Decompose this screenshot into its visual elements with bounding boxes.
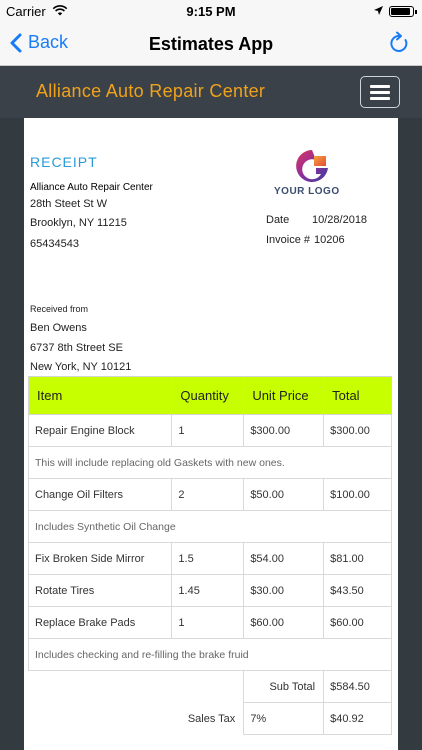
menu-button[interactable] xyxy=(360,76,400,108)
hamburger-icon xyxy=(370,85,390,88)
back-button[interactable]: Back xyxy=(10,32,68,53)
receipt-title: RECEIPT xyxy=(30,154,98,170)
refresh-button[interactable] xyxy=(388,31,410,60)
status-time: 9:15 PM xyxy=(186,4,236,19)
sales-tax-value: $40.92 xyxy=(323,702,392,735)
customer-address-line2: New York, NY 10121 xyxy=(30,361,132,373)
item-qty: 2 xyxy=(171,478,245,511)
item-total: $60.00 xyxy=(323,606,392,639)
receipt-company-name: Alliance Auto Repair Center xyxy=(30,182,153,193)
item-name: Replace Brake Pads xyxy=(27,606,173,639)
invoice-label: Invoice # xyxy=(266,234,311,246)
subtotal-label: Sub Total xyxy=(243,670,325,703)
item-name: Repair Engine Block xyxy=(27,414,173,447)
receipt-document: RECEIPT Alliance Auto Repair Center 28th… xyxy=(24,118,398,750)
status-bar: Carrier 9:15 PM xyxy=(0,0,422,22)
sales-tax-rate: 7% xyxy=(243,702,325,735)
location-arrow-icon xyxy=(373,4,384,19)
table-row[interactable]: Repair Engine Block 1 $300.00 $300.00 xyxy=(27,414,392,447)
item-note: Includes Synthetic Oil Change xyxy=(28,510,392,543)
company-phone: 65434543 xyxy=(30,238,79,250)
table-header-row: Item Quantity Unit Price Total xyxy=(27,376,392,415)
navigation-bar: Back Estimates App xyxy=(0,22,422,66)
table-row[interactable]: Rotate Tires 1.45 $30.00 $43.50 xyxy=(27,574,392,607)
header-unit-price: Unit Price xyxy=(243,376,325,415)
table-note-row[interactable]: Includes Synthetic Oil Change xyxy=(28,510,392,543)
item-qty: 1.45 xyxy=(171,574,245,607)
date-label: Date xyxy=(266,214,290,226)
subtotal-row: Sub Total $584.50 xyxy=(29,670,392,703)
header-item: Item xyxy=(27,376,173,415)
customer-address-line1: 6737 8th Street SE xyxy=(30,342,123,354)
date-value: 10/28/2018 xyxy=(312,214,368,226)
line-items-table: Item Quantity Unit Price Total Repair En… xyxy=(27,376,392,735)
header-company-name: Alliance Auto Repair Center xyxy=(36,81,266,101)
item-name: Rotate Tires xyxy=(27,574,173,607)
item-total: $81.00 xyxy=(323,542,392,575)
table-row[interactable]: Replace Brake Pads 1 $60.00 $60.00 xyxy=(27,606,392,639)
back-label: Back xyxy=(28,32,69,52)
received-from-label: Received from xyxy=(30,304,89,314)
item-name: Fix Broken Side Mirror xyxy=(27,542,173,575)
battery-level xyxy=(391,8,410,15)
table-row[interactable]: Change Oil Filters 2 $50.00 $100.00 xyxy=(27,478,392,511)
chevron-left-icon xyxy=(10,33,22,52)
header-total: Total xyxy=(323,376,392,415)
table-note-row[interactable]: This will include replacing old Gaskets … xyxy=(28,446,392,479)
table-note-row[interactable]: Includes checking and re-filling the bra… xyxy=(28,638,392,671)
item-qty: 1.5 xyxy=(171,542,245,575)
item-name: Change Oil Filters xyxy=(27,478,173,511)
subtotal-value: $584.50 xyxy=(323,670,392,703)
item-price: $300.00 xyxy=(243,414,325,447)
item-qty: 1 xyxy=(171,414,245,447)
item-total: $100.00 xyxy=(323,478,392,511)
item-note: Includes checking and re-filling the bra… xyxy=(28,638,392,671)
item-qty: 1 xyxy=(171,606,245,639)
item-total: $43.50 xyxy=(323,574,392,607)
sales-tax-row: Sales Tax 7% $40.92 xyxy=(29,702,392,735)
company-address-line2: Brooklyn, NY 11215 xyxy=(30,217,127,229)
app-header: Alliance Auto Repair Center xyxy=(0,66,422,118)
header-quantity: Quantity xyxy=(171,376,245,415)
item-price: $60.00 xyxy=(243,606,325,639)
company-address-line1: 28th Steet St W xyxy=(30,198,108,210)
sales-tax-label: Sales Tax xyxy=(187,712,236,725)
battery-icon xyxy=(389,6,417,17)
item-price: $50.00 xyxy=(243,478,325,511)
logo-text: YOUR LOGO xyxy=(274,186,340,197)
invoice-value: 10206 xyxy=(314,234,345,246)
item-total: $300.00 xyxy=(323,414,392,447)
item-price: $30.00 xyxy=(243,574,325,607)
refresh-icon xyxy=(390,31,408,52)
table-row[interactable]: Fix Broken Side Mirror 1.5 $54.00 $81.00 xyxy=(27,542,392,575)
item-price: $54.00 xyxy=(243,542,325,575)
item-note: This will include replacing old Gaskets … xyxy=(28,446,392,479)
customer-name: Ben Owens xyxy=(30,322,87,334)
